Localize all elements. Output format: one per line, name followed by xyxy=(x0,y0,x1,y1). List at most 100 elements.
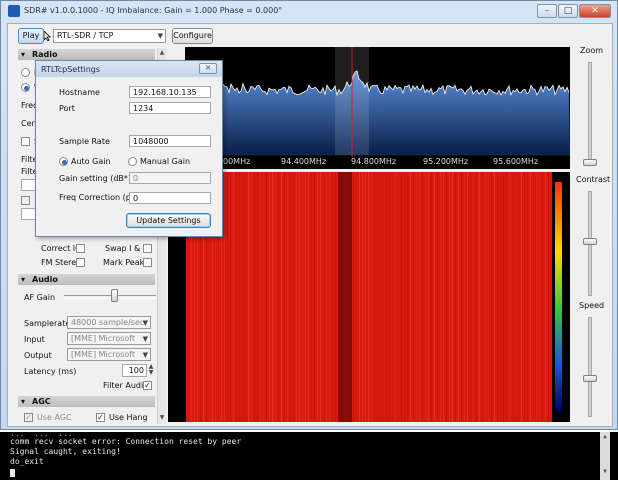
zoom-slider-thumb[interactable] xyxy=(583,159,597,166)
filter-audio-checkbox[interactable]: ✓ xyxy=(143,381,152,390)
radio-section-header[interactable]: Radio xyxy=(18,49,155,60)
freq-label-2: 94.800MHz xyxy=(351,157,397,166)
waterfall-plot xyxy=(186,172,562,422)
waterfall-streak xyxy=(464,172,465,422)
freq-label-4: 95.600MHz xyxy=(493,157,539,166)
samplerate-select[interactable]: 48000 sample/sec ▼ xyxy=(67,316,151,329)
filter-checkbox[interactable] xyxy=(21,196,30,205)
waterfall-streak xyxy=(497,172,498,422)
use-agc-checkbox[interactable]: ✓ xyxy=(24,413,33,422)
scroll-down-icon[interactable]: ▼ xyxy=(158,414,166,423)
scroll-up-icon[interactable]: ▲ xyxy=(601,433,609,440)
waterfall-signal-band xyxy=(338,172,352,422)
spectrum-display[interactable]: 00MHz 94.400MHz 94.800MHz 95.200MHz 95.6… xyxy=(184,47,570,169)
af-gain-slider-thumb[interactable] xyxy=(110,289,118,302)
freq-label-0: 00MHz xyxy=(223,157,251,166)
dialog-title-bar[interactable]: RTLTcpSettings ✕ xyxy=(36,61,222,77)
latency-field[interactable]: 100 xyxy=(122,364,147,377)
dialog-close-button[interactable]: ✕ xyxy=(199,63,217,74)
waterfall-streak xyxy=(449,172,450,422)
input-device-select[interactable]: [MME] Microsoft Sound ▼ xyxy=(67,332,151,345)
sample-rate-input[interactable]: 1048000 xyxy=(129,135,211,147)
waterfall-streak xyxy=(512,172,513,422)
use-hang-checkbox[interactable]: ✓ xyxy=(96,413,105,422)
chevron-down-icon: ▼ xyxy=(157,32,163,40)
waterfall-streak xyxy=(401,172,402,422)
source-select[interactable]: RTL-SDR / TCP ▼ xyxy=(53,29,166,43)
sample-rate-label: Sample Rate xyxy=(59,137,110,146)
update-settings-button[interactable]: Update Settings xyxy=(126,213,211,228)
waterfall-streak xyxy=(473,172,474,422)
waterfall-streak xyxy=(284,172,285,422)
waterfall-streak xyxy=(434,172,435,422)
waterfall-streak xyxy=(245,172,246,422)
radio-mode-n[interactable] xyxy=(21,68,30,77)
waterfall-streak xyxy=(509,172,510,422)
scroll-up-icon[interactable]: ▲ xyxy=(158,49,166,58)
waterfall-display[interactable] xyxy=(168,172,570,422)
radio-mode-w[interactable] xyxy=(21,83,30,92)
configure-button[interactable]: Configure xyxy=(172,28,213,44)
maximize-button[interactable]: □ xyxy=(558,4,578,18)
title-bar[interactable]: SDR# v1.0.0.1000 - IQ Imbalance: Gain = … xyxy=(2,2,616,20)
waterfall-streak xyxy=(308,172,309,422)
waterfall-streak xyxy=(515,172,516,422)
waterfall-streak xyxy=(542,172,543,422)
close-button[interactable]: ✕ xyxy=(579,4,611,18)
port-input[interactable]: 1234 xyxy=(129,102,211,114)
freq-label-3: 95.200MHz xyxy=(423,157,469,166)
app-icon xyxy=(8,5,20,17)
waterfall-streak xyxy=(470,172,471,422)
spectrum-plot xyxy=(184,47,570,157)
waterfall-streak xyxy=(545,172,546,422)
auto-gain-label: Auto Gain xyxy=(71,157,111,166)
fm-stereo-checkbox[interactable] xyxy=(76,258,85,267)
samplerate-label: Samplerate xyxy=(24,319,71,328)
waterfall-streak xyxy=(257,172,258,422)
window-title: SDR# v1.0.0.1000 - IQ Imbalance: Gain = … xyxy=(24,6,283,15)
waterfall-streak xyxy=(458,172,459,422)
waterfall-streak xyxy=(365,172,366,422)
hostname-input[interactable]: 192.168.10.135 xyxy=(129,86,211,98)
minimize-button[interactable]: – xyxy=(537,4,557,18)
waterfall-streak xyxy=(398,172,399,422)
waterfall-streak xyxy=(230,172,231,422)
waterfall-streak xyxy=(371,172,372,422)
contrast-slider-thumb[interactable] xyxy=(583,238,597,245)
mouse-cursor-icon xyxy=(43,30,51,42)
zoom-slider-track[interactable] xyxy=(588,62,592,166)
freq-correction-input[interactable]: 0 xyxy=(129,192,211,204)
waterfall-streak xyxy=(395,172,396,422)
play-button[interactable]: Play xyxy=(18,28,44,44)
scroll-down-icon[interactable]: ▼ xyxy=(601,468,609,475)
mark-peaks-checkbox[interactable] xyxy=(143,258,152,267)
latency-label: Latency (ms) xyxy=(24,367,77,376)
swap-iq-checkbox[interactable] xyxy=(143,244,152,253)
audio-section-header[interactable]: Audio xyxy=(18,274,155,285)
speed-label: Speed xyxy=(579,301,605,310)
manual-gain-radio[interactable] xyxy=(128,157,137,166)
terminal-cursor xyxy=(10,469,15,477)
waterfall-streak xyxy=(362,172,363,422)
waterfall-streak xyxy=(413,172,414,422)
latency-spinner-arrows-icon[interactable]: ▲ ▼ xyxy=(147,364,155,377)
waterfall-streak xyxy=(377,172,378,422)
speed-slider-thumb[interactable] xyxy=(583,375,597,382)
waterfall-streak xyxy=(524,172,525,422)
waterfall-streak xyxy=(386,172,387,422)
speed-slider-track[interactable] xyxy=(588,317,592,417)
waterfall-streak xyxy=(419,172,420,422)
s-checkbox[interactable] xyxy=(21,137,30,146)
waterfall-streak xyxy=(368,172,369,422)
waterfall-streak xyxy=(422,172,423,422)
terminal-line-3: do_exit xyxy=(10,457,44,466)
auto-gain-radio[interactable] xyxy=(59,157,68,166)
agc-section-header[interactable]: AGC xyxy=(18,396,155,407)
waterfall-streak xyxy=(494,172,495,422)
correct-iq-checkbox[interactable] xyxy=(76,244,85,253)
terminal-scrollbar[interactable]: ▲ ▼ xyxy=(600,432,610,480)
gain-setting-input[interactable]: 0 xyxy=(129,172,211,184)
waterfall-streak xyxy=(431,172,432,422)
waterfall-streak xyxy=(521,172,522,422)
output-device-select[interactable]: [MME] Microsoft Sound ▼ xyxy=(67,348,151,361)
